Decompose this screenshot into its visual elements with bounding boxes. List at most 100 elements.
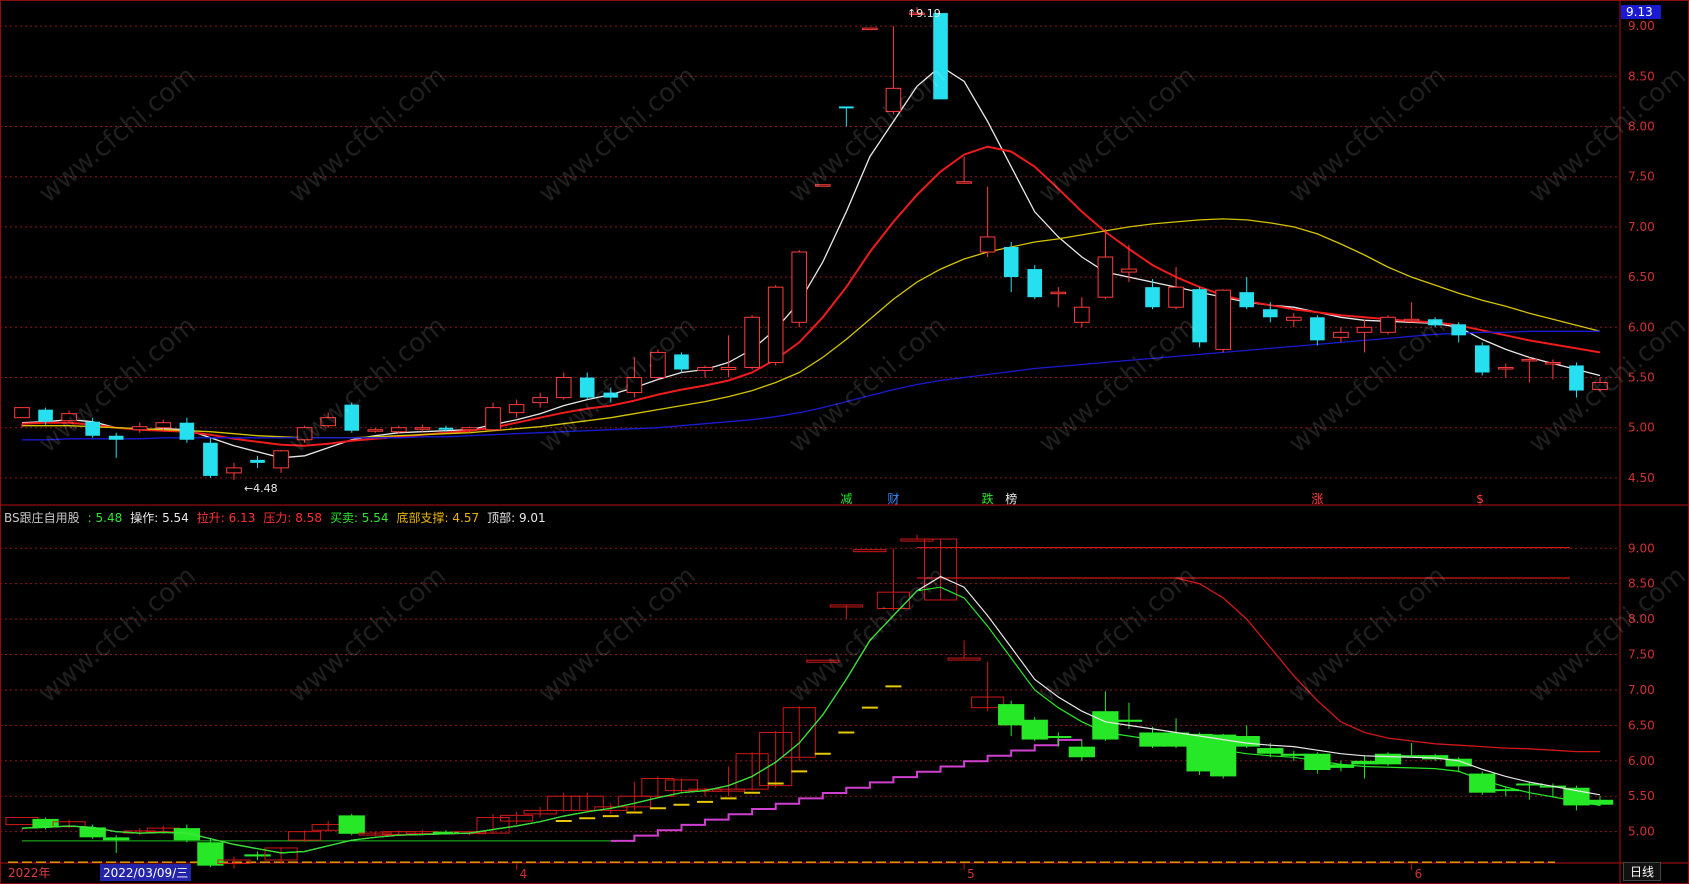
candle-body [1239, 292, 1255, 308]
candle-body [1262, 309, 1278, 318]
legend-item: 压力: 8.58 [263, 511, 322, 525]
candle-body [579, 377, 595, 398]
candle-body [1569, 365, 1584, 391]
candle-body [603, 392, 619, 398]
event-marker: 涨 [1311, 491, 1323, 506]
candle-body [1286, 316, 1302, 321]
candle-body [674, 354, 689, 370]
candle-body [1121, 268, 1137, 273]
candle-body [979, 236, 996, 253]
candle-body [1310, 317, 1325, 341]
high-annotation: ↑9.19 [907, 7, 941, 20]
legend-item: BS跟庄自用股 [4, 511, 80, 525]
indicator-box [1021, 719, 1048, 740]
candle-body [555, 377, 572, 399]
indicator-box [244, 854, 271, 857]
candle-body [14, 407, 30, 419]
sub-grid [0, 547, 1620, 833]
candle-body [250, 459, 265, 463]
y-tick-label: 6.00 [1628, 754, 1655, 768]
indicator-panel [5, 534, 1614, 869]
indicator-box [853, 549, 887, 553]
candle-body [1521, 358, 1538, 362]
candle-body [1003, 246, 1019, 278]
y-tick-label: 8.50 [1628, 577, 1655, 591]
indicator-box [998, 704, 1025, 726]
candle-body [885, 87, 902, 112]
candle-body [461, 427, 478, 431]
indicator-box [806, 659, 840, 663]
y-tick-label: 6.50 [1628, 270, 1655, 284]
indicator-box [1092, 711, 1119, 740]
candle-body [320, 417, 336, 427]
current-price-label: 9.13 [1626, 5, 1653, 19]
candle-body [155, 422, 172, 429]
candle-body [131, 426, 148, 431]
indicator-box [1374, 753, 1402, 765]
y-tick-label: 5.00 [1628, 825, 1655, 839]
sub-y-axis: 9.00 8.50 8.00 7.50 7.00 6.50 6.00 5.50 5.00 [1628, 541, 1655, 838]
y-tick-label: 6.00 [1628, 320, 1655, 334]
candle-body [273, 450, 289, 469]
indicator-box [32, 818, 59, 828]
indicator-box [1257, 748, 1284, 754]
legend-item: 买卖: 5.54 [329, 511, 389, 525]
candle-body [1497, 366, 1514, 370]
candlesticks [14, 7, 1608, 480]
candle-body [862, 27, 878, 31]
candle-body [1027, 269, 1043, 298]
candle-body [108, 435, 124, 440]
y-tick-label: 9.00 [1628, 541, 1655, 555]
candle-body [1545, 361, 1561, 365]
candle-body [203, 442, 218, 476]
y-tick-label: 7.00 [1628, 220, 1655, 234]
candle-body [1168, 286, 1184, 308]
candle-body [1074, 306, 1090, 323]
candle-body [839, 106, 854, 109]
month-label: 4 [520, 867, 528, 881]
candle-body [1192, 289, 1207, 343]
moving-average-line [21, 145, 1601, 447]
buy-sell-line [21, 586, 1601, 854]
candle-body [1097, 256, 1114, 298]
y-tick-label: 8.50 [1628, 69, 1655, 83]
candle-body [367, 429, 384, 432]
indicator-box [1280, 753, 1307, 756]
y-tick-label: 8.00 [1628, 119, 1655, 133]
candle-body [650, 351, 666, 379]
candle-body [414, 427, 431, 430]
month-label: 6 [1415, 867, 1423, 881]
indicator-box [947, 657, 981, 661]
moving-average-line [21, 65, 1601, 459]
candle-body [391, 427, 407, 433]
candle-body [1474, 345, 1490, 373]
candle-body [438, 427, 454, 430]
indicator-box [103, 837, 130, 841]
legend-item: 操作: 5.54 [130, 511, 189, 525]
chart-canvas[interactable]: ↑9.19 ←4.48 减 财 跌榜 涨 $ 9.00 8.50 8.00 7.50 7.00 6.… [0, 0, 1689, 884]
candle-body [61, 413, 77, 422]
operation-line [21, 575, 1601, 854]
candle-body [85, 421, 100, 436]
y-tick-label: 7.50 [1628, 170, 1655, 184]
event-markers: 减 财 跌榜 涨 $ [840, 491, 1484, 506]
candle-body [933, 13, 948, 100]
candle-body [1333, 331, 1349, 338]
main-y-axis: 9.00 8.50 8.00 7.50 7.00 6.50 6.00 5.50 5.00 4.50… [1621, 5, 1661, 485]
event-marker: 减 [840, 492, 852, 506]
moving-average-lines [21, 65, 1601, 459]
low-annotation: ←4.48 [244, 482, 278, 495]
event-marker: $ [1476, 492, 1484, 506]
period-button[interactable]: 日线 [1622, 862, 1661, 881]
legend-item: 拉升: 6.13 [196, 511, 256, 525]
indicator-box [338, 815, 365, 834]
indicator-box [1186, 733, 1213, 772]
candle-body [296, 427, 313, 441]
candle-body [226, 467, 242, 474]
candle-body [720, 366, 737, 370]
candle-body [697, 366, 713, 371]
month-label: 5 [967, 867, 975, 881]
candle-body [956, 181, 972, 184]
date-cursor-label: 2022/03/09/三 [100, 864, 192, 881]
legend-item: 底部支撑: 4.57 [396, 511, 480, 525]
